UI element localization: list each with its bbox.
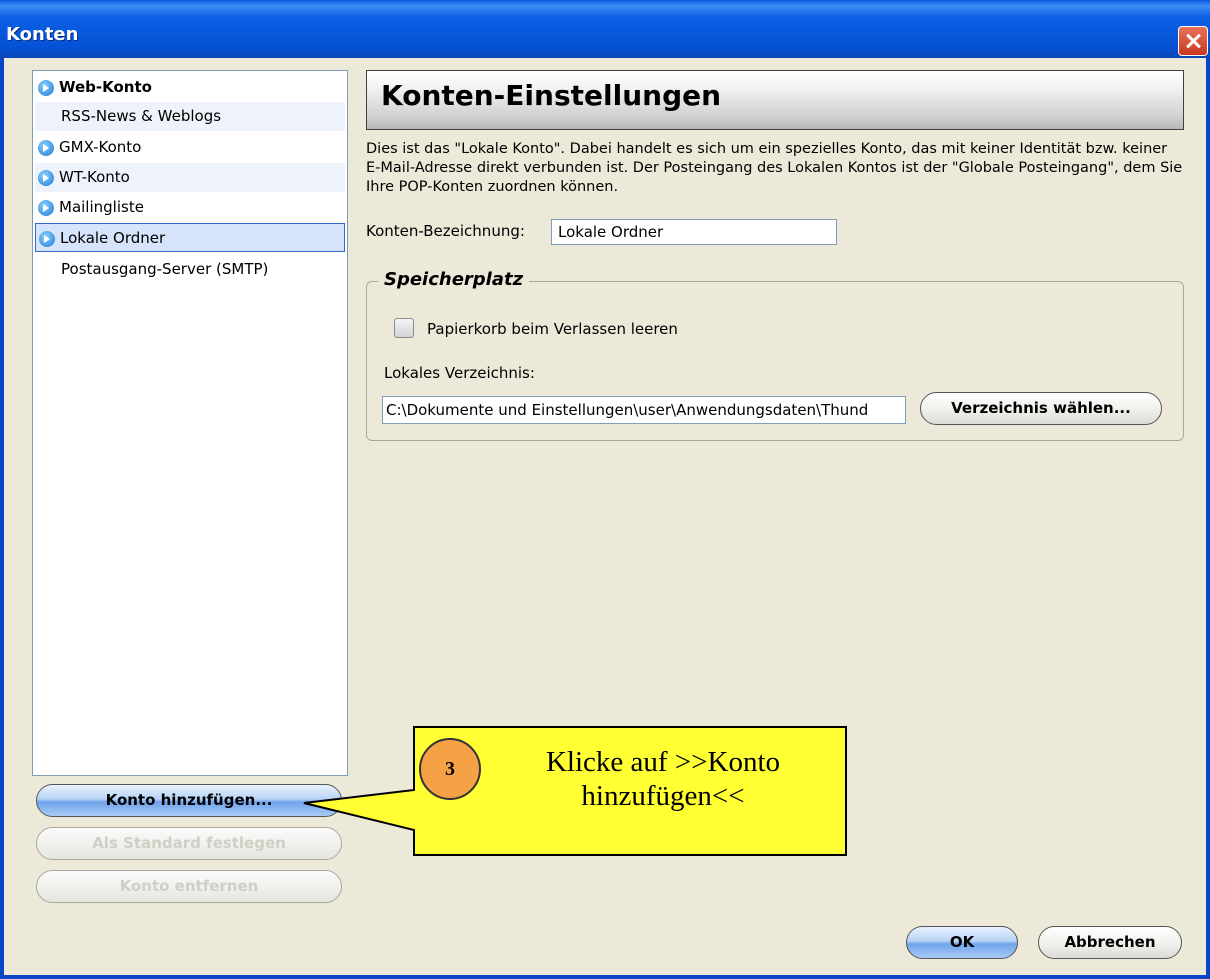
account-arrow-icon [38, 200, 54, 216]
account-arrow-icon [38, 170, 54, 186]
account-item-label: Postausgang-Server (SMTP) [61, 260, 269, 278]
remove-account-button[interactable]: Konto entfernen [36, 870, 342, 903]
cancel-button[interactable]: Abbrechen [1038, 926, 1182, 959]
account-item-label: Lokale Ordner [60, 229, 166, 247]
window-frame-left [0, 58, 4, 979]
accounts-dialog: Konten Web-Konto RSS-News & Weblogs GMX-… [0, 0, 1210, 979]
account-subitem-smtp[interactable]: Postausgang-Server (SMTP) [35, 255, 345, 284]
settings-header: Konten-Einstellungen [366, 70, 1184, 130]
add-account-button[interactable]: Konto hinzufügen... [36, 784, 342, 817]
account-name-field[interactable]: Lokale Ordner [551, 219, 837, 245]
window-frame-bottom [0, 975, 1210, 979]
account-item-wt-konto[interactable]: WT-Konto [35, 163, 345, 192]
ok-button[interactable]: OK [906, 926, 1018, 959]
account-item-label: GMX-Konto [59, 138, 142, 156]
account-item-label: WT-Konto [59, 168, 130, 186]
account-name-label: Konten-Bezeichnung: [366, 222, 525, 240]
account-description: Dies ist das "Lokale Konto". Dabei hande… [366, 141, 1183, 195]
account-item-label: RSS-News & Weblogs [61, 107, 222, 125]
account-item-mailingliste[interactable]: Mailingliste [35, 193, 345, 222]
empty-trash-label[interactable]: Papierkorb beim Verlassen leeren [427, 320, 678, 338]
local-directory-label: Lokales Verzeichnis: [384, 364, 535, 382]
step-badge: 3 [419, 738, 481, 800]
close-icon[interactable] [1178, 26, 1208, 56]
account-arrow-icon [38, 80, 54, 96]
account-arrow-icon [39, 231, 55, 247]
account-item-gmx-konto[interactable]: GMX-Konto [35, 133, 345, 162]
window-title: Konten [6, 24, 79, 45]
account-subitem-rss[interactable]: RSS-News & Weblogs [35, 102, 345, 131]
account-arrow-icon [38, 140, 54, 156]
account-item-lokale-ordner[interactable]: Lokale Ordner [35, 223, 345, 252]
storage-group-title: Speicherplatz [378, 269, 530, 290]
account-item-web-konto[interactable]: Web-Konto [35, 73, 345, 102]
callout-text: Klicke auf >>Konto hinzufügen<< [545, 746, 781, 812]
account-item-label: Mailingliste [59, 198, 144, 216]
local-directory-field[interactable]: C:\Dokumente und Einstellungen\user\Anwe… [382, 396, 906, 424]
empty-trash-checkbox[interactable] [394, 318, 414, 338]
set-default-button[interactable]: Als Standard festlegen [36, 827, 342, 860]
window-frame-right [1206, 58, 1210, 979]
step-number: 3 [445, 758, 455, 780]
choose-directory-button[interactable]: Verzeichnis wählen... [920, 392, 1162, 425]
account-list[interactable]: Web-Konto RSS-News & Weblogs GMX-Konto W… [32, 70, 348, 776]
title-bar[interactable]: Konten [0, 0, 1210, 58]
page-title: Konten-Einstellungen [381, 79, 722, 112]
account-item-label: Web-Konto [59, 78, 152, 96]
